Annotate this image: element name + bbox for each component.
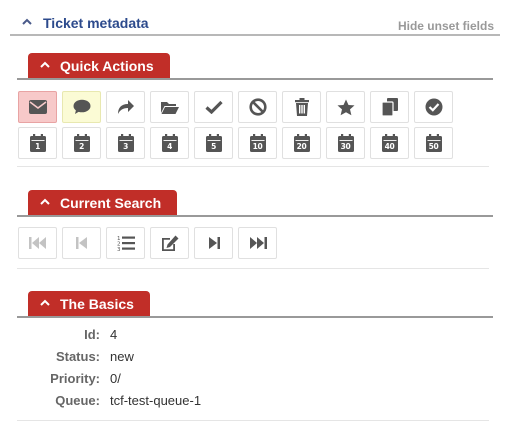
last-page-icon (249, 237, 267, 249)
first-result-button[interactable] (18, 227, 57, 259)
field-label-queue: Queue: (55, 393, 100, 408)
edit-search-button[interactable] (150, 227, 189, 259)
star-icon (337, 99, 354, 115)
numbered-list-icon: 123 (117, 236, 135, 251)
calendar-day-label: 4 (167, 142, 172, 151)
collapse-chevron-icon (40, 298, 50, 309)
snooze-50-button[interactable]: 50 (414, 127, 453, 159)
envelope-icon (28, 100, 47, 114)
field-label-status: Status: (55, 349, 100, 364)
reject-button[interactable] (238, 91, 277, 123)
hide-unset-fields-link[interactable]: Hide unset fields (398, 19, 494, 33)
comment-icon (73, 99, 90, 114)
last-result-button[interactable] (238, 227, 277, 259)
current-search-buttons: 123 (18, 227, 277, 259)
field-label-id: Id: (84, 327, 100, 342)
calendar-icon: 3 (117, 134, 134, 152)
open-button[interactable] (150, 91, 189, 123)
forward-arrow-icon (117, 100, 134, 114)
field-value-queue: tcf-test-queue-1 (110, 393, 202, 408)
delete-button[interactable] (282, 91, 321, 123)
calendar-day-label: 40 (384, 142, 395, 151)
the-basics-header: The Basics (17, 291, 493, 318)
folder-open-icon (160, 101, 179, 114)
section-divider (17, 166, 489, 167)
quick-actions-row-1 (18, 91, 453, 123)
clone-button[interactable] (370, 91, 409, 123)
checkmark-icon (204, 100, 223, 114)
field-value-id: 4 (110, 327, 118, 342)
svg-text:3: 3 (117, 247, 121, 251)
calendar-icon: 5 (205, 134, 222, 152)
first-page-icon (28, 237, 46, 249)
current-search-header: Current Search (17, 190, 493, 217)
resolve-button[interactable] (194, 91, 233, 123)
calendar-day-label: 20 (296, 142, 307, 151)
ticket-metadata-header: Ticket metadata Hide unset fields (10, 10, 500, 36)
forward-button[interactable] (106, 91, 145, 123)
quick-actions-tab[interactable]: Quick Actions (28, 53, 170, 78)
calendar-day-label: 5 (211, 142, 216, 151)
bookmark-button[interactable] (326, 91, 365, 123)
calendar-icon: 10 (249, 134, 266, 152)
the-basics-title: The Basics (60, 295, 134, 312)
ban-icon (248, 98, 267, 116)
check-circle-icon (425, 98, 442, 116)
snooze-1-button[interactable]: 1 (18, 127, 57, 159)
comment-button[interactable] (62, 91, 101, 123)
snooze-5-button[interactable]: 5 (194, 127, 233, 159)
next-result-button[interactable] (194, 227, 233, 259)
results-list-button[interactable]: 123 (106, 227, 145, 259)
calendar-day-label: 3 (123, 142, 128, 151)
snooze-10-button[interactable]: 10 (238, 127, 277, 159)
calendar-icon: 4 (161, 134, 178, 152)
current-search-tab[interactable]: Current Search (28, 190, 178, 215)
approve-button[interactable] (414, 91, 453, 123)
ticket-metadata-title[interactable]: Ticket metadata (43, 15, 149, 31)
section-divider (17, 420, 489, 421)
collapse-chevron-icon (40, 60, 50, 71)
calendar-icon: 50 (425, 134, 442, 152)
quick-actions-title: Quick Actions (60, 57, 154, 74)
quick-actions-row-2: 1 2 3 4 5 10 20 30 40 50 (18, 127, 453, 159)
calendar-icon: 1 (29, 134, 46, 152)
snooze-3-button[interactable]: 3 (106, 127, 145, 159)
copy-icon (381, 98, 398, 116)
calendar-day-label: 30 (340, 142, 351, 151)
calendar-icon: 2 (73, 134, 90, 152)
edit-icon (161, 235, 178, 251)
previous-page-icon (75, 237, 87, 249)
collapse-chevron-icon (40, 197, 50, 208)
snooze-4-button[interactable]: 4 (150, 127, 189, 159)
collapse-chevron-icon[interactable] (22, 14, 32, 29)
previous-result-button[interactable] (62, 227, 101, 259)
snooze-2-button[interactable]: 2 (62, 127, 101, 159)
calendar-day-label: 2 (79, 142, 84, 151)
trash-icon (294, 98, 309, 116)
field-label-priority: Priority: (50, 371, 100, 386)
field-value-priority: 0/ (110, 371, 121, 386)
the-basics-tab[interactable]: The Basics (28, 291, 150, 316)
snooze-30-button[interactable]: 30 (326, 127, 365, 159)
calendar-icon: 20 (293, 134, 310, 152)
snooze-40-button[interactable]: 40 (370, 127, 409, 159)
reply-button[interactable] (18, 91, 57, 123)
quick-actions-header: Quick Actions (17, 53, 493, 80)
next-page-icon (208, 237, 220, 249)
field-value-status: new (110, 349, 134, 364)
snooze-20-button[interactable]: 20 (282, 127, 321, 159)
calendar-day-label: 1 (35, 142, 40, 151)
calendar-icon: 30 (337, 134, 354, 152)
section-divider (17, 268, 489, 269)
current-search-title: Current Search (60, 194, 162, 211)
calendar-day-label: 10 (252, 142, 263, 151)
calendar-icon: 40 (381, 134, 398, 152)
calendar-day-label: 50 (428, 142, 439, 151)
